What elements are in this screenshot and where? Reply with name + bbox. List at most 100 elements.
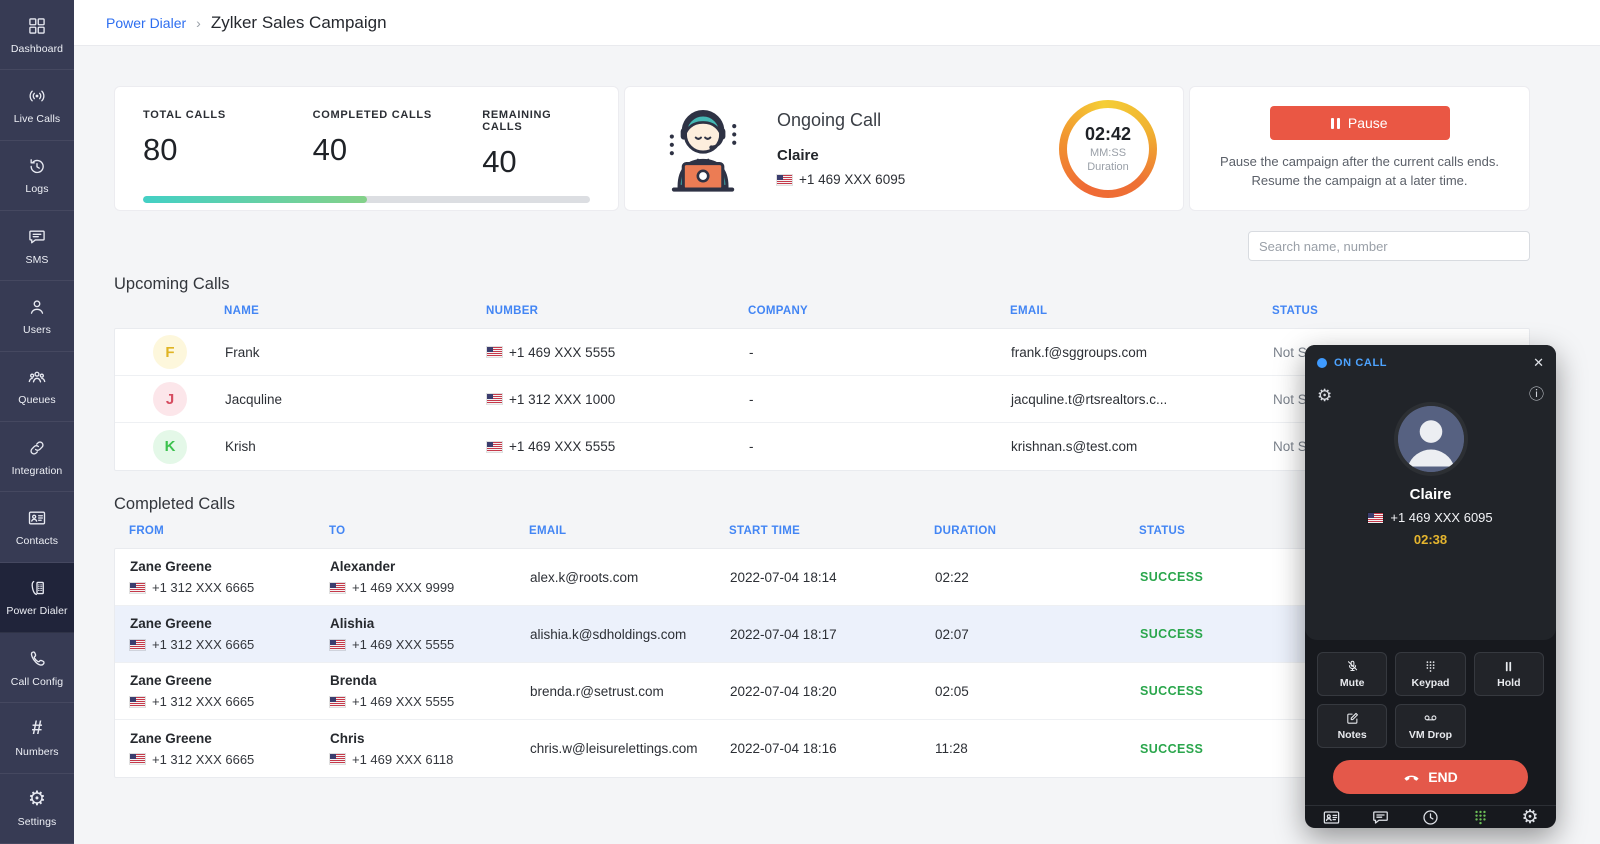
widget-footer-bar: ⚙: [1305, 805, 1556, 828]
sidebar-item-label: Numbers: [15, 746, 58, 758]
contact-number: +1 312 XXX 1000: [487, 392, 749, 407]
close-icon[interactable]: ✕: [1533, 355, 1544, 371]
sidebar-item-label: Live Calls: [14, 113, 61, 125]
from-number: +1 312 XXX 6665: [130, 752, 315, 767]
avatar: K: [153, 430, 187, 464]
logs-icon: [26, 155, 48, 177]
avatar: [1398, 406, 1464, 472]
us-flag-icon: [330, 640, 345, 650]
settings-gear-icon: ⚙: [26, 788, 48, 810]
numbers-icon: #: [26, 718, 48, 740]
sidebar-item-label: Users: [23, 324, 51, 336]
sidebar-item-label: Logs: [25, 183, 48, 195]
integration-icon: [26, 437, 48, 459]
sidebar-item-users[interactable]: Users: [0, 281, 74, 351]
to-number: +1 469 XXX 6118: [330, 752, 515, 767]
duration: 02:07: [920, 627, 1125, 642]
us-flag-icon: [130, 640, 145, 650]
stat-value-total-calls: 80: [143, 132, 313, 168]
sidebar-item-numbers[interactable]: # Numbers: [0, 703, 74, 773]
widget-caller-number: +1 469 XXX 6095: [1317, 510, 1544, 525]
on-call-status-label: ON CALL: [1334, 357, 1387, 369]
us-flag-icon: [130, 754, 145, 764]
sidebar-item-label: Contacts: [16, 535, 58, 547]
contact-number: +1 469 XXX 5555: [487, 439, 749, 454]
keypad-icon: [1423, 659, 1438, 674]
sidebar-item-logs[interactable]: Logs: [0, 141, 74, 211]
column-header[interactable]: TO: [314, 525, 514, 537]
sidebar-item-call-config[interactable]: Call Config: [0, 633, 74, 703]
info-icon[interactable]: ⓘ: [1529, 387, 1544, 404]
from-name: Zane Greene: [130, 616, 315, 631]
sidebar-item-dashboard[interactable]: Dashboard: [0, 0, 74, 70]
column-header[interactable]: DURATION: [919, 525, 1124, 537]
vm-drop-icon: [1423, 711, 1438, 726]
column-header[interactable]: START TIME: [714, 525, 919, 537]
upcoming-table-header: NAME NUMBER COMPANY EMAIL STATUS: [114, 294, 1530, 328]
pause-button[interactable]: Pause: [1270, 106, 1450, 140]
call-duration-unit: MM:SS: [1090, 147, 1126, 159]
history-icon[interactable]: [1420, 806, 1442, 828]
column-header[interactable]: EMAIL: [514, 525, 714, 537]
contact-company: -: [749, 392, 1011, 407]
sidebar-item-queues[interactable]: Queues: [0, 352, 74, 422]
sidebar-item-label: Queues: [18, 394, 55, 406]
end-call-button[interactable]: END: [1333, 760, 1528, 794]
us-flag-icon: [777, 175, 792, 185]
stat-value-remaining-calls: 40: [482, 144, 590, 180]
dialpad-icon[interactable]: [1469, 806, 1491, 828]
column-header[interactable]: NAME: [224, 305, 486, 317]
contact-card-icon[interactable]: [1320, 806, 1342, 828]
column-header[interactable]: STATUS: [1272, 305, 1530, 317]
sidebar-item-power-dialer[interactable]: Power Dialer: [0, 563, 74, 633]
chat-icon[interactable]: [1370, 806, 1392, 828]
sidebar-item-contacts[interactable]: Contacts: [0, 492, 74, 562]
sidebar-item-live-calls[interactable]: Live Calls: [0, 70, 74, 140]
avatar: F: [153, 335, 187, 369]
us-flag-icon: [330, 697, 345, 707]
pause-description: Pause the campaign after the current cal…: [1220, 153, 1499, 191]
contact-email: alishia.k@sdholdings.com: [515, 627, 715, 642]
gear-icon[interactable]: ⚙: [1317, 387, 1332, 404]
start-time: 2022-07-04 18:16: [715, 741, 920, 756]
settings-gear-icon[interactable]: ⚙: [1519, 806, 1541, 828]
us-flag-icon: [330, 754, 345, 764]
to-name: Alexander: [330, 559, 515, 574]
us-flag-icon: [1368, 513, 1383, 523]
contact-name: Frank: [225, 345, 487, 360]
keypad-button[interactable]: Keypad: [1395, 652, 1465, 696]
column-header[interactable]: COMPANY: [748, 305, 1010, 317]
vm-drop-button[interactable]: VM Drop: [1395, 704, 1465, 748]
search-input[interactable]: [1248, 231, 1530, 261]
mute-button[interactable]: Mute: [1317, 652, 1387, 696]
us-flag-icon: [130, 583, 145, 593]
column-header[interactable]: NUMBER: [486, 305, 748, 317]
hold-button[interactable]: Hold: [1474, 652, 1544, 696]
ongoing-call-card: Ongoing Call Claire +1 469 XXX 6095 02:4…: [624, 86, 1184, 211]
chevron-right-icon: ›: [196, 15, 201, 31]
dashboard-icon: [26, 15, 48, 37]
sidebar-item-settings[interactable]: ⚙ Settings: [0, 774, 74, 844]
page-title: Zylker Sales Campaign: [211, 13, 387, 33]
to-number: +1 469 XXX 9999: [330, 580, 515, 595]
column-header[interactable]: EMAIL: [1010, 305, 1272, 317]
sidebar-item-label: Integration: [12, 465, 63, 477]
sidebar-item-integration[interactable]: Integration: [0, 422, 74, 492]
sidebar-item-sms[interactable]: SMS: [0, 211, 74, 281]
from-name: Zane Greene: [130, 731, 315, 746]
sidebar-item-label: SMS: [25, 254, 48, 266]
breadcrumb-parent-link[interactable]: Power Dialer: [106, 15, 186, 31]
notes-icon: [1345, 711, 1360, 726]
column-header[interactable]: FROM: [114, 525, 314, 537]
stat-value-completed-calls: 40: [313, 132, 483, 168]
from-number: +1 312 XXX 6665: [130, 694, 315, 709]
queues-icon: [26, 366, 48, 388]
contact-company: -: [749, 439, 1011, 454]
end-call-icon: [1403, 769, 1420, 786]
ongoing-call-name: Claire: [777, 147, 905, 164]
duration: 02:22: [920, 570, 1125, 585]
notes-button[interactable]: Notes: [1317, 704, 1387, 748]
start-time: 2022-07-04 18:14: [715, 570, 920, 585]
ongoing-call-title: Ongoing Call: [777, 110, 905, 131]
us-flag-icon: [487, 394, 502, 404]
